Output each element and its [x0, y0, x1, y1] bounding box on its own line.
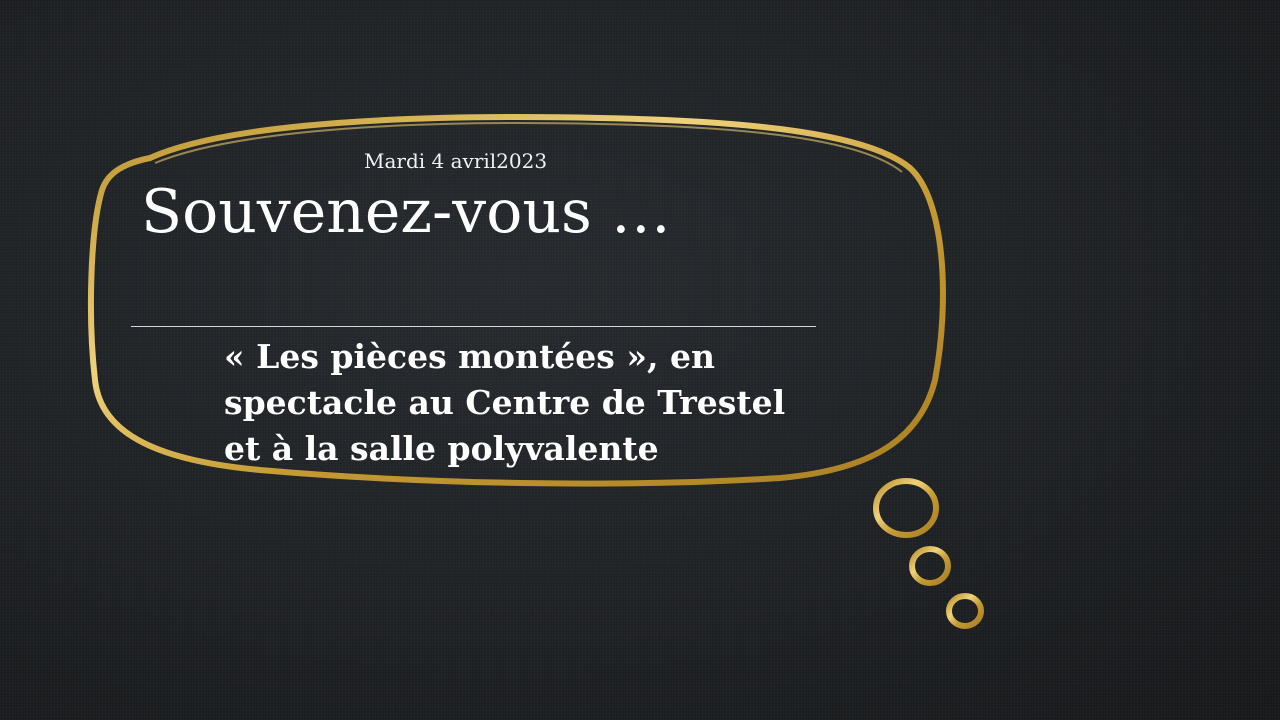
date-label: Mardi 4 avril2023 [364, 149, 548, 173]
subtitle-line: et à la salle polyvalente [224, 429, 659, 468]
thought-dot-large [873, 478, 939, 538]
thought-dot-medium [909, 546, 951, 586]
slide-subtitle: « Les pièces montées », en spectacle au … [224, 334, 914, 472]
divider [131, 326, 816, 327]
slide-title: Souvenez-vous … [141, 177, 671, 247]
slide: Mardi 4 avril2023 Souvenez-vous … « Les … [0, 0, 1280, 720]
thought-dot-small [946, 593, 984, 629]
subtitle-line: spectacle au Centre de Trestel [224, 383, 786, 422]
subtitle-line: « Les pièces montées », en [224, 337, 715, 376]
